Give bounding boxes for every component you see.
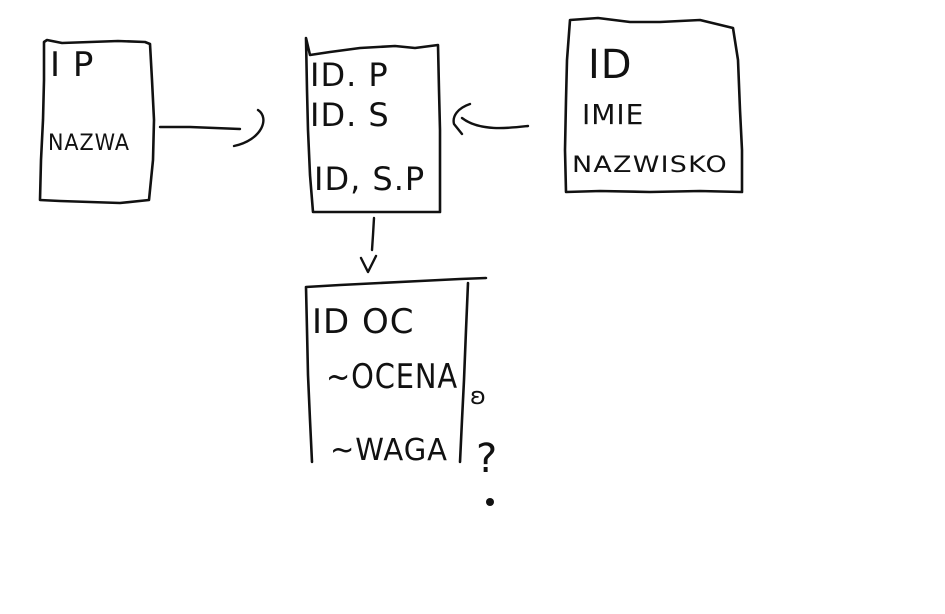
entity-right-field-1: IMIE	[582, 98, 644, 131]
entity-bottom-field-0: ID OC	[312, 302, 415, 342]
entity-bottom-field-1: ~OCENA	[326, 357, 458, 397]
arrow-right-to-center	[452, 102, 530, 136]
entity-bottom: ID OC ~OCENA ~WAGA ʚ	[304, 276, 488, 468]
entity-bottom-field-2: ~WAGA	[330, 433, 448, 468]
entity-center-field-2: ID, S.P	[314, 160, 425, 198]
entity-bottom-trailing-mark: ʚ	[470, 382, 487, 410]
arrow-center-to-bottom-head	[359, 254, 378, 274]
entity-left: I P NAZWA	[38, 38, 156, 205]
entity-right: ID IMIE NAZWISKO	[563, 16, 744, 194]
entity-center: ID. P ID. S ID, S.P	[304, 36, 442, 214]
arrow-left-to-center-line	[158, 125, 242, 131]
entity-right-field-2: NAZWISKO	[572, 153, 728, 178]
entity-left-field-1: NAZWA	[48, 131, 130, 156]
question-mark-dot	[486, 498, 494, 506]
entity-center-field-1: ID. S	[310, 96, 390, 134]
diagram-canvas: I P NAZWA ID. P ID. S ID, S.P ID IMIE NA…	[38, 16, 744, 506]
question-mark-annotation: ?	[476, 436, 498, 482]
entity-right-field-0: ID	[588, 42, 633, 88]
entity-left-field-0: I P	[50, 45, 94, 85]
entity-center-field-0: ID. P	[310, 56, 389, 94]
arrow-left-to-center	[158, 108, 265, 148]
arrow-center-to-bottom	[359, 216, 378, 274]
arrow-right-to-center-line	[460, 116, 530, 130]
arrow-center-to-bottom-line	[370, 216, 376, 252]
